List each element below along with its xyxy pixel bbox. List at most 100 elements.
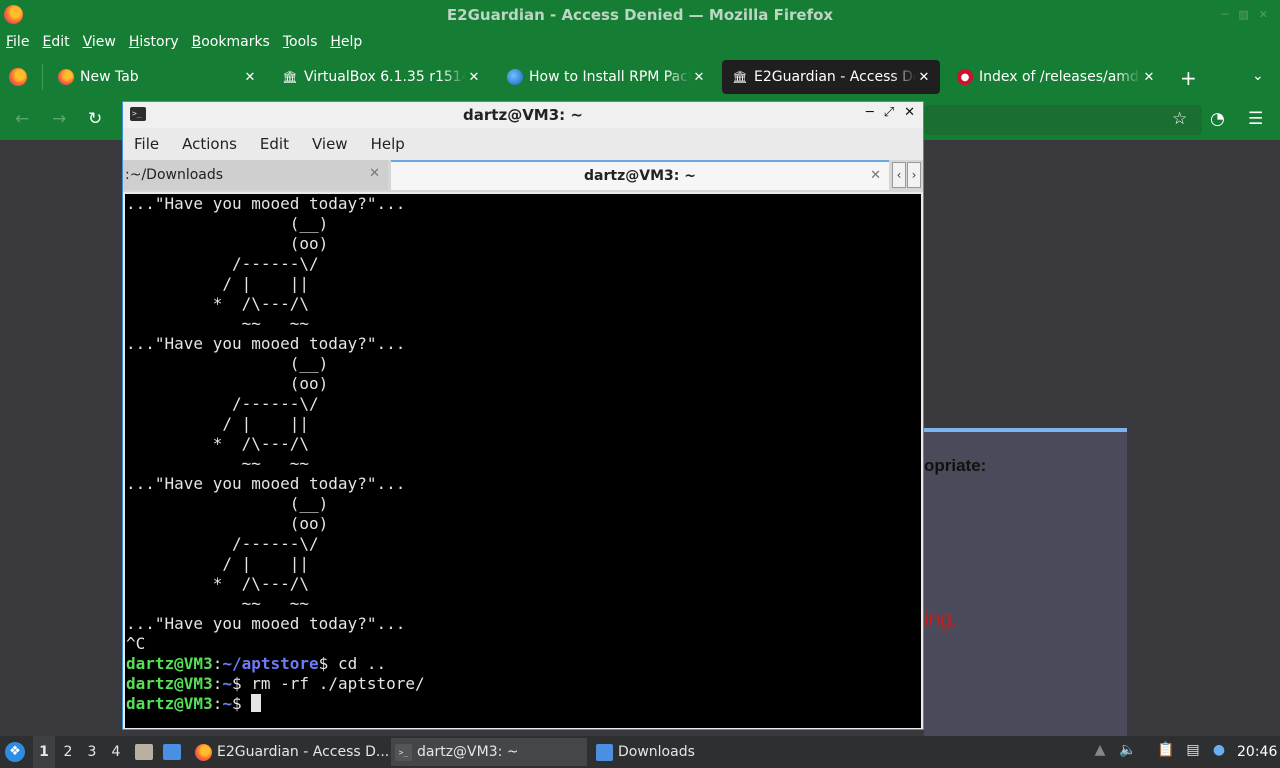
tab-close-icon[interactable]: ✕: [242, 70, 258, 85]
firefox-icon: [195, 743, 212, 761]
firefox-window-controls: ─ ▧ ✕: [1222, 8, 1268, 21]
menu-bookmarks[interactable]: Bookmarks: [192, 34, 270, 50]
tab-close-icon[interactable]: ✕: [1141, 70, 1157, 85]
terminal-window-title: dartz@VM3: ~: [463, 106, 583, 124]
tab-e2guardian[interactable]: 🏛 E2Guardian - Access Den ✕: [722, 60, 940, 94]
terminal-output[interactable]: ..."Have you mooed today?"... (__) (oo) …: [125, 194, 921, 728]
forward-arrow-icon[interactable]: →: [52, 109, 66, 129]
tab-scroll-left-icon[interactable]: ‹: [892, 162, 906, 188]
bookmark-star-icon[interactable]: ☆: [1172, 109, 1187, 129]
menu-tools[interactable]: Tools: [283, 34, 318, 50]
page-icon: 🏛: [732, 70, 748, 84]
account-icon[interactable]: ◔: [1210, 109, 1225, 129]
hamburger-menu-icon[interactable]: ☰: [1248, 109, 1263, 129]
tab-close-icon[interactable]: ✕: [466, 70, 482, 85]
terminal-tab-label: dartz@VM3: ~: [584, 168, 696, 184]
page-icon: 🏛: [282, 70, 298, 84]
menu-view[interactable]: View: [312, 135, 348, 153]
firefox-menubar: File Edit View History Bookmarks Tools H…: [0, 29, 1280, 54]
terminal-menubar: File Actions Edit View Help: [123, 128, 923, 160]
menu-file[interactable]: File: [6, 34, 29, 50]
firefox-icon: [58, 69, 74, 85]
menu-edit[interactable]: Edit: [42, 34, 69, 50]
firefox-window-title: E2Guardian - Access Denied — Mozilla Fir…: [446, 6, 834, 24]
tab-label: VirtualBox 6.1.35 r15142: [304, 69, 466, 85]
menu-help[interactable]: Help: [371, 135, 405, 153]
menu-help[interactable]: Help: [330, 34, 362, 50]
list-all-tabs-chevron-icon[interactable]: ⌄: [1252, 68, 1264, 84]
back-arrow-icon[interactable]: ←: [15, 109, 29, 129]
workspace-4[interactable]: 4: [105, 736, 127, 768]
desktop: E2Guardian - Access Denied — Mozilla Fir…: [0, 0, 1280, 768]
tab-releases-index[interactable]: ● Index of /releases/amd64 ✕: [947, 60, 1165, 94]
terminal-tab-home[interactable]: dartz@VM3: ~ ✕: [391, 160, 889, 190]
menu-file[interactable]: File: [134, 135, 159, 153]
url-bar[interactable]: [924, 105, 1202, 135]
tab-install-rpm[interactable]: How to Install RPM Packa ✕: [497, 60, 715, 94]
workspace-3[interactable]: 3: [81, 736, 103, 768]
maximize-icon[interactable]: ⤢: [884, 105, 894, 120]
text-cursor: [251, 694, 262, 712]
tab-label: E2Guardian - Access Den: [754, 69, 916, 85]
prompt-line: dartz@VM3:~$: [126, 694, 921, 714]
taskbar: ❖ 1 2 3 4 E2Guardian - Access D... >_ da…: [0, 736, 1280, 768]
access-denied-warning: ing.: [924, 608, 958, 631]
minimize-icon[interactable]: ─: [1222, 8, 1229, 21]
tab-close-icon[interactable]: ✕: [369, 166, 380, 181]
tab-scroll-right-icon[interactable]: ›: [907, 162, 921, 188]
terminal-icon: >_: [395, 743, 412, 761]
task-downloads[interactable]: Downloads: [592, 738, 788, 766]
tab-label: Index of /releases/amd64: [979, 69, 1141, 85]
workspace-2[interactable]: 2: [57, 736, 79, 768]
task-terminal[interactable]: >_ dartz@VM3: ~: [391, 738, 587, 766]
terminal-window-controls: ─ ⤢ ✕: [866, 105, 915, 120]
workspace-1[interactable]: 1: [33, 736, 55, 768]
task-label: Downloads: [618, 744, 695, 760]
clipboard-icon[interactable]: 📋: [1157, 742, 1175, 762]
access-denied-text: opriate:: [924, 456, 987, 475]
tab-label: How to Install RPM Packa: [529, 69, 691, 85]
tab-close-icon[interactable]: ✕: [691, 70, 707, 85]
task-firefox[interactable]: E2Guardian - Access D...: [191, 738, 389, 766]
desktop-launcher-icon[interactable]: [163, 744, 181, 760]
terminal-tabbar: :~/Downloads ✕ dartz@VM3: ~ ✕ ‹ ›: [123, 160, 923, 192]
tab-new-tab[interactable]: New Tab ✕: [48, 60, 266, 94]
firefox-tabbar: New Tab ✕ 🏛 VirtualBox 6.1.35 r15142 ✕ H…: [0, 54, 1280, 100]
volume-icon[interactable]: 🔈: [1119, 742, 1137, 762]
pinned-tab-firefox-icon[interactable]: [9, 68, 27, 86]
maximize-icon[interactable]: ▧: [1238, 8, 1248, 21]
debian-icon: ●: [957, 69, 973, 85]
menu-actions[interactable]: Actions: [182, 135, 237, 153]
task-label: dartz@VM3: ~: [417, 744, 519, 760]
minimize-icon[interactable]: ─: [866, 105, 874, 120]
notification-icon[interactable]: ●: [1210, 742, 1228, 762]
close-icon[interactable]: ✕: [904, 105, 915, 120]
tab-close-icon[interactable]: ✕: [870, 168, 881, 183]
menu-history[interactable]: History: [129, 34, 179, 50]
file-manager-launcher-icon[interactable]: [135, 744, 153, 760]
globe-icon: [507, 69, 523, 85]
terminal-tab-downloads[interactable]: :~/Downloads ✕: [123, 160, 388, 190]
terminal-titlebar[interactable]: >_ dartz@VM3: ~ ─ ⤢ ✕: [123, 102, 923, 128]
new-tab-plus-icon[interactable]: +: [1180, 66, 1197, 90]
terminal-text: ..."Have you mooed today?"... (__) (oo) …: [126, 194, 406, 653]
updates-icon[interactable]: ▲: [1091, 742, 1109, 762]
menu-view[interactable]: View: [83, 34, 116, 50]
prompt-line: dartz@VM3:~/aptstore$ cd ..: [126, 654, 387, 673]
access-denied-panel: opriate: ing.: [924, 428, 1127, 738]
menu-edit[interactable]: Edit: [260, 135, 289, 153]
clock: 20:46: [1237, 744, 1278, 760]
prompt-line: dartz@VM3:~$ rm -rf ./aptstore/: [126, 674, 425, 693]
tab-close-icon[interactable]: ✕: [916, 70, 932, 85]
firefox-titlebar[interactable]: E2Guardian - Access Denied — Mozilla Fir…: [0, 0, 1280, 29]
tab-virtualbox[interactable]: 🏛 VirtualBox 6.1.35 r15142 ✕: [272, 60, 490, 94]
start-menu-icon[interactable]: ❖: [5, 742, 25, 762]
terminal-tab-label: :~/Downloads: [125, 167, 224, 183]
tab-separator: [42, 64, 43, 90]
folder-icon: [596, 743, 613, 761]
reload-icon[interactable]: ↻: [88, 109, 102, 129]
tab-label: New Tab: [80, 69, 139, 85]
network-icon[interactable]: ▤: [1184, 742, 1202, 762]
terminal-window: >_ dartz@VM3: ~ ─ ⤢ ✕ File Actions Edit …: [122, 101, 924, 730]
close-icon[interactable]: ✕: [1259, 8, 1268, 21]
